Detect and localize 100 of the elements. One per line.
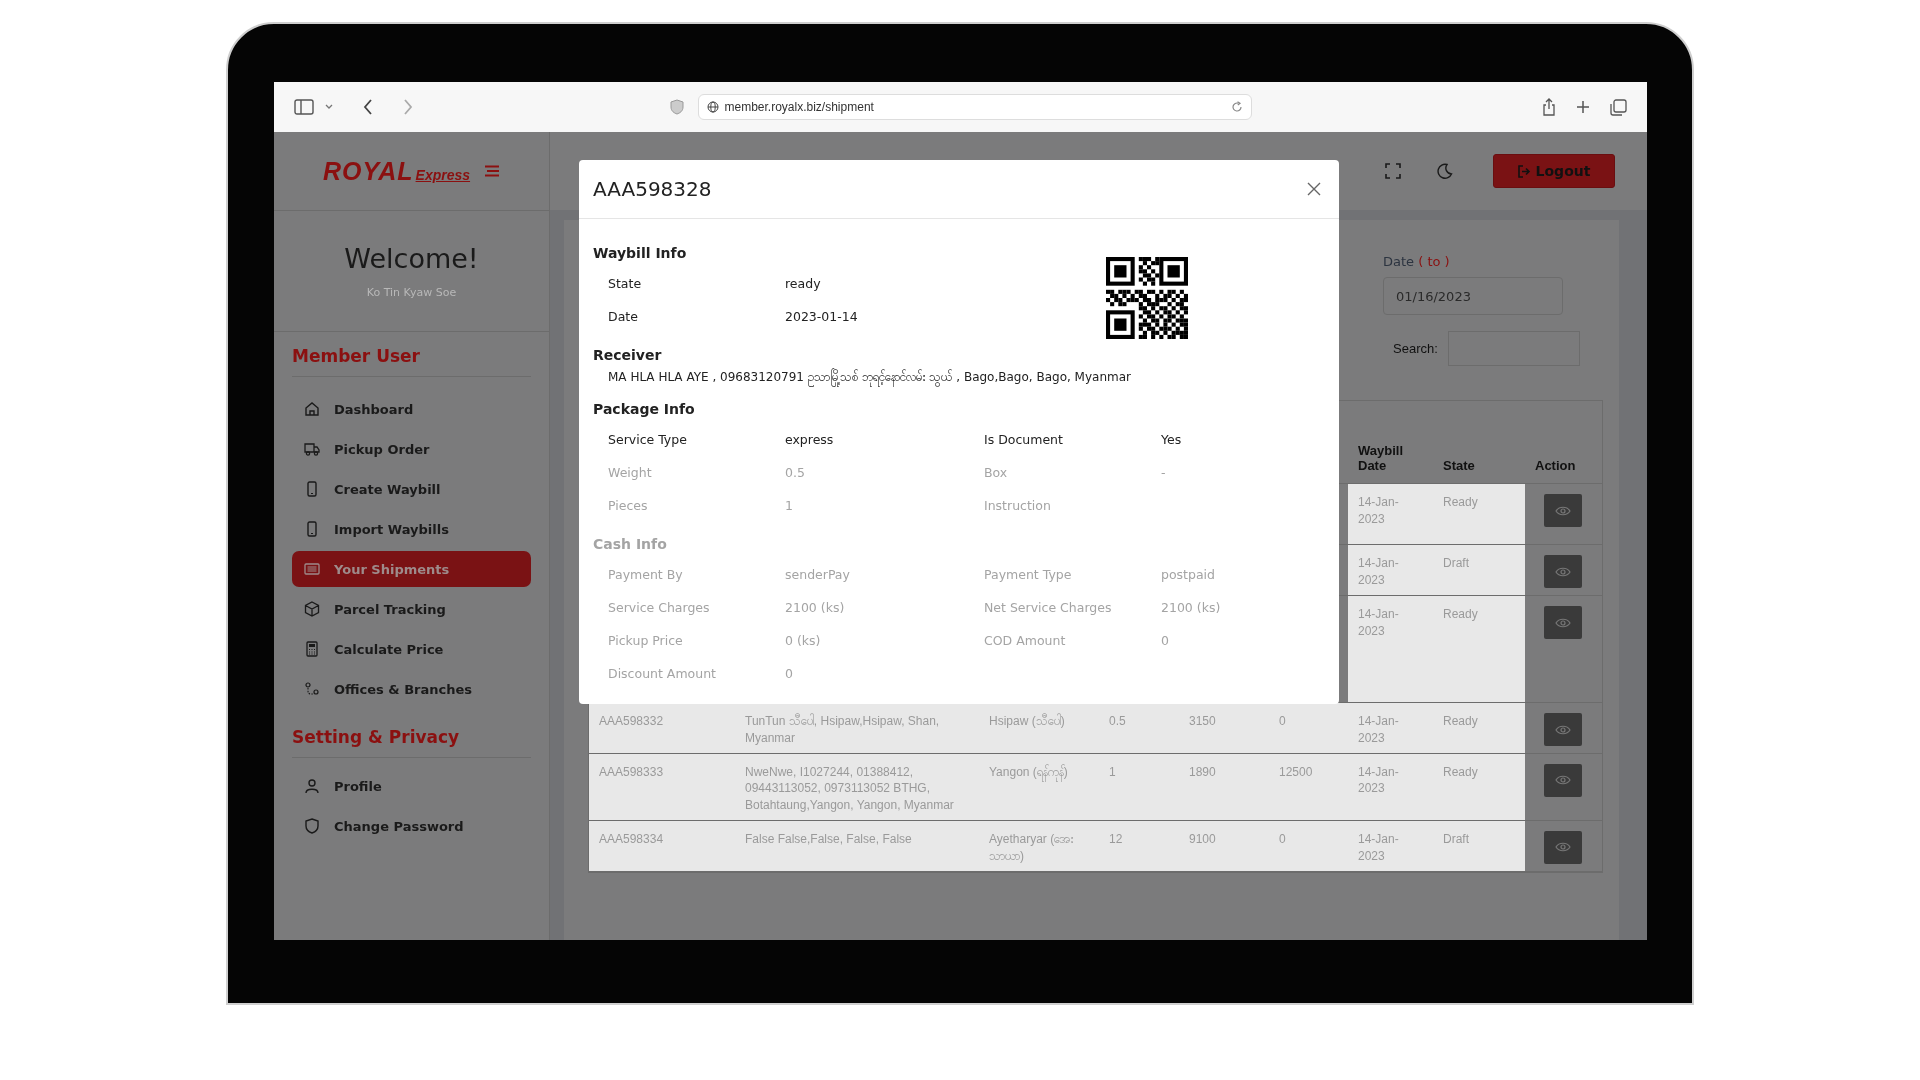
- shield-icon[interactable]: [669, 99, 684, 115]
- welcome-heading: Welcome!: [344, 243, 479, 274]
- table-cell: 1890: [1179, 753, 1269, 820]
- table-cell: 12500: [1269, 753, 1348, 820]
- field-value: -: [1161, 465, 1167, 480]
- close-icon[interactable]: [1307, 182, 1321, 196]
- field-value: 0: [1161, 633, 1170, 648]
- table-cell: NweNwe, I1027244, 01388412, 09443113052, 0973113052 BTHG, Botahtaung,Yangon, Yangon, Myanmar: [735, 753, 979, 820]
- section-heading: Member User: [292, 346, 531, 377]
- section-heading: Setting & Privacy: [292, 727, 531, 758]
- table-cell: 14-Jan-2023: [1348, 821, 1433, 871]
- sidebar-item[interactable]: Your Shipments: [292, 551, 531, 587]
- field-label: Discount Amount: [608, 666, 717, 681]
- receiver-text: MA HLA HLA AYE , 09683120791 ဥသာမြို့သစ် ဘုရင့်နောင်လမ်း သွယ် , Bago,Bago, Bago, Myanmar: [593, 369, 1325, 387]
- view-button[interactable]: [1544, 713, 1582, 746]
- field-value: express: [785, 432, 835, 447]
- view-button[interactable]: [1544, 606, 1582, 639]
- eye-icon: [1555, 723, 1571, 736]
- sidebar-item[interactable]: Calculate Price: [292, 631, 531, 667]
- moon-icon[interactable]: [1437, 163, 1453, 179]
- search-label: Search:: [1393, 341, 1438, 356]
- sidebar-item[interactable]: Pickup Order: [292, 431, 531, 467]
- sidebar-item[interactable]: Offices & Branches: [292, 671, 531, 707]
- plus-icon[interactable]: [1576, 100, 1590, 114]
- table-cell: 0: [1269, 703, 1348, 753]
- reload-icon[interactable]: [1230, 101, 1243, 113]
- field-value: 1: [785, 498, 794, 513]
- table-cell: 0: [1269, 821, 1348, 871]
- tabs-icon[interactable]: [1610, 98, 1627, 116]
- table-cell: AAA598334: [589, 821, 735, 871]
- field-label: Pickup Price: [608, 633, 684, 648]
- share-icon[interactable]: [1542, 98, 1556, 116]
- sidebar-item[interactable]: Parcel Tracking: [292, 591, 531, 627]
- sidebar-item[interactable]: Change Password: [292, 808, 531, 844]
- field-label: State: [608, 276, 643, 291]
- date-field[interactable]: 01/16/2023: [1383, 277, 1563, 315]
- field-label: COD Amount: [984, 633, 1067, 648]
- table-cell: Ready: [1433, 484, 1525, 544]
- table-cell: 14-Jan-2023: [1348, 545, 1433, 595]
- field-label: Service Type: [608, 432, 688, 447]
- eye-icon: [1555, 616, 1571, 629]
- section-heading: Package Info: [593, 401, 696, 417]
- table-cell: Ready: [1433, 703, 1525, 753]
- eye-icon: [1555, 774, 1571, 787]
- field-label: Pieces: [608, 498, 649, 513]
- view-button[interactable]: [1544, 555, 1582, 588]
- column-header[interactable]: Action: [1525, 401, 1601, 483]
- eye-icon: [1555, 565, 1571, 578]
- address-bar[interactable]: member.royalx.biz/shipment: [697, 94, 1252, 120]
- eye-icon: [1555, 841, 1571, 854]
- dialog-title: AAA598328: [593, 177, 712, 201]
- table-cell: 14-Jan-2023: [1348, 484, 1433, 544]
- table-cell: AAA598332: [589, 703, 735, 753]
- person-icon: [304, 778, 320, 794]
- table-cell: 14-Jan-2023: [1348, 753, 1433, 820]
- url-text: member.royalx.biz/shipment: [724, 100, 875, 114]
- fullscreen-icon[interactable]: [1385, 163, 1401, 179]
- view-button[interactable]: [1544, 831, 1582, 864]
- truck-icon: [304, 441, 320, 457]
- table-cell: Ayetharyar (အေးသာယာ): [979, 821, 1099, 871]
- section-heading: Cash Info: [593, 536, 668, 552]
- forward-icon[interactable]: [402, 98, 414, 116]
- back-icon[interactable]: [362, 98, 374, 116]
- column-header[interactable]: State: [1433, 401, 1525, 483]
- field-value: 0.5: [785, 465, 806, 480]
- table-cell: Draft: [1433, 545, 1525, 595]
- cube-icon: [304, 601, 320, 617]
- menu-icon[interactable]: [484, 165, 501, 177]
- phone-icon: [304, 521, 320, 537]
- logo[interactable]: ROYAL Express: [322, 156, 471, 186]
- table-cell: 14-Jan-2023: [1348, 703, 1433, 753]
- section-heading: Receiver: [593, 347, 663, 363]
- field-label: Service Charges: [608, 600, 711, 615]
- column-header[interactable]: Waybill Date: [1348, 401, 1433, 483]
- sidebar-item[interactable]: Dashboard: [292, 391, 531, 427]
- field-label: Box: [984, 465, 1009, 480]
- field-value: postpaid: [1161, 567, 1216, 582]
- view-button[interactable]: [1544, 494, 1582, 527]
- table-cell: AAA598333: [589, 753, 735, 820]
- field-label: Instruction: [984, 498, 1052, 513]
- field-value: 2100 (ks): [785, 600, 846, 615]
- table-cell: TunTun သီပေါ, Hsipaw,Hsipaw, Shan, Myanmar: [735, 703, 979, 753]
- table-cell: Hsipaw (သီပေါ): [979, 703, 1099, 753]
- sidebar-item[interactable]: Profile: [292, 768, 531, 804]
- house-icon: [304, 401, 320, 417]
- logout-icon: [1517, 164, 1531, 178]
- field-value: ready: [785, 276, 822, 291]
- sidebar-item[interactable]: Create Waybill: [292, 471, 531, 507]
- field-label: Date: [608, 309, 639, 324]
- field-value: 2100 (ks): [1161, 600, 1222, 615]
- chevron-down-icon[interactable]: [324, 103, 334, 111]
- field-value: 0 (ks): [785, 633, 822, 648]
- date-label: Date ( to ): [1383, 254, 1451, 269]
- view-button[interactable]: [1544, 763, 1582, 797]
- field-value: senderPay: [785, 567, 851, 582]
- shield-icon: [304, 818, 320, 834]
- field-value: Yes: [1161, 432, 1183, 447]
- route-icon: [304, 681, 320, 697]
- sidebar-item[interactable]: Import Waybills: [292, 511, 531, 547]
- sidebar-toggle-icon[interactable]: [294, 99, 314, 115]
